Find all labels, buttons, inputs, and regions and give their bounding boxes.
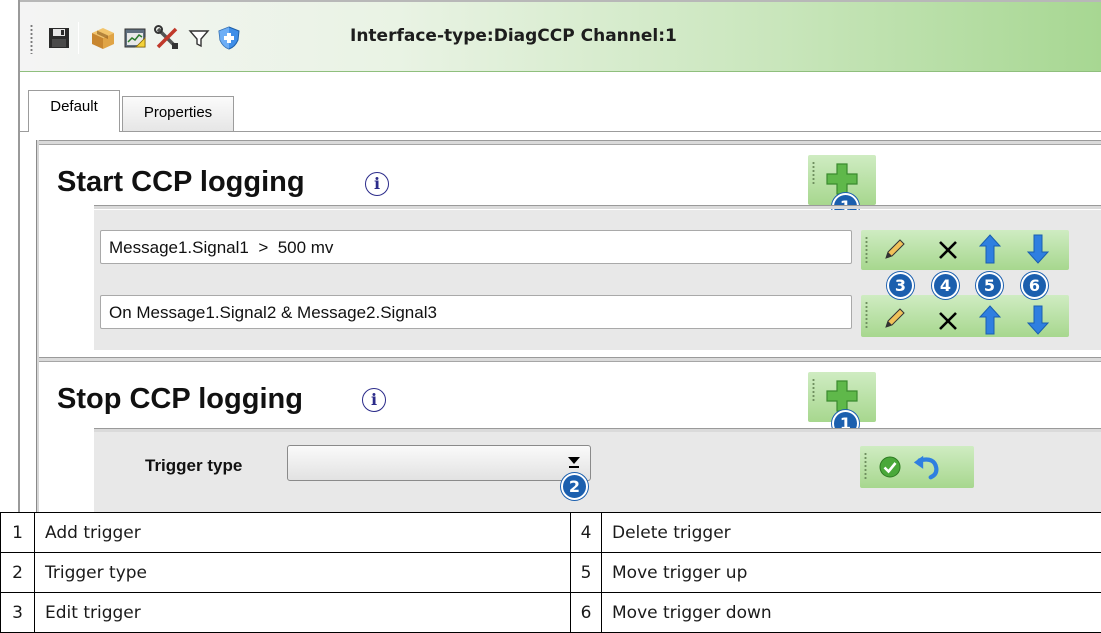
delete-trigger-badge: 4: [932, 272, 959, 299]
arrow-down-icon: [1027, 305, 1049, 335]
stop-info-icon[interactable]: i: [362, 388, 386, 412]
edit-trigger-button[interactable]: [880, 234, 908, 266]
pencil-icon: [885, 239, 905, 259]
tab-properties[interactable]: Properties: [122, 96, 234, 131]
package-icon[interactable]: [90, 25, 116, 51]
tab-strip-line: [20, 131, 1101, 132]
legend-number: 2: [0, 552, 35, 593]
legend-number: 5: [570, 552, 602, 593]
trigger-editor-top-line: [94, 428, 1101, 432]
move-down-badge: 6: [1021, 272, 1048, 299]
undo-icon: [913, 455, 939, 480]
arrow-up-icon: [979, 234, 1001, 264]
toolbar-grip[interactable]: [30, 24, 33, 54]
legend-number: 3: [0, 592, 35, 633]
move-trigger-up-button[interactable]: [976, 304, 1004, 336]
close-icon: [939, 241, 957, 259]
window-left-border: [18, 0, 20, 512]
chevron-down-icon: [568, 457, 580, 464]
section-divider: [39, 357, 1101, 362]
move-trigger-up-button[interactable]: [976, 233, 1004, 265]
table-row: 2 Trigger type 5 Move trigger up: [0, 552, 1101, 593]
toolbar-title: Interface-type:DiagCCP Channel:1: [350, 26, 677, 46]
edit-trigger-badge: 3: [887, 272, 914, 299]
stop-section-title: Stop CCP logging: [57, 383, 303, 415]
legend-number: 1: [0, 512, 35, 553]
trigger-type-dropdown[interactable]: [287, 445, 591, 481]
plus-icon: [826, 163, 858, 195]
dropdown-arrow-bar: [569, 466, 579, 468]
plus-icon: [826, 380, 858, 412]
legend-table: 1 Add trigger 4 Delete trigger 2 Trigger…: [0, 512, 1101, 633]
trigger-type-label: Trigger type: [145, 456, 243, 475]
tools-icon[interactable]: [154, 25, 180, 51]
legend-description: Edit trigger: [34, 592, 571, 633]
undo-button[interactable]: [912, 451, 940, 483]
trigger-expression-field[interactable]: Message1.Signal1 > 500 mv: [100, 230, 852, 264]
table-row: 1 Add trigger 4 Delete trigger: [0, 512, 1101, 553]
legend-description: Add trigger: [34, 512, 571, 553]
chart-window-icon[interactable]: [122, 25, 148, 51]
move-trigger-down-button[interactable]: [1024, 304, 1052, 336]
legend-description: Move trigger up: [601, 552, 1101, 593]
delete-trigger-button[interactable]: [934, 305, 962, 337]
save-icon[interactable]: [46, 25, 72, 51]
application-window: Interface-type:DiagCCP Channel:1 Default…: [0, 0, 1101, 512]
toolbar: Interface-type:DiagCCP Channel:1: [20, 2, 1101, 72]
filter-icon[interactable]: [186, 25, 212, 51]
shield-icon[interactable]: [216, 25, 242, 51]
arrow-up-icon: [979, 305, 1001, 335]
start-section-title: Start CCP logging: [57, 166, 305, 198]
legend-description: Delete trigger: [601, 512, 1101, 553]
section-divider: [39, 140, 1101, 145]
toolbar-separator: [78, 22, 79, 54]
move-trigger-down-button[interactable]: [1024, 233, 1052, 265]
legend-description: Move trigger down: [601, 592, 1101, 633]
pencil-icon: [885, 308, 905, 328]
move-up-badge: 5: [976, 272, 1003, 299]
trigger-expression-field[interactable]: On Message1.Signal2 & Message2.Signal3: [100, 295, 852, 329]
delete-trigger-button[interactable]: [934, 234, 962, 266]
panel-left-border: [36, 140, 39, 512]
trigger-type-badge: 2: [561, 473, 588, 500]
tab-default[interactable]: Default: [28, 90, 120, 132]
arrow-down-icon: [1027, 234, 1049, 264]
checkmark-icon: [879, 456, 901, 478]
table-row: 3 Edit trigger 6 Move trigger down: [0, 592, 1101, 633]
edit-trigger-button[interactable]: [880, 303, 908, 335]
start-info-icon[interactable]: i: [365, 172, 389, 196]
apply-button[interactable]: [876, 451, 904, 483]
close-icon: [939, 312, 957, 330]
trigger-list-top-line: [94, 205, 1101, 209]
legend-number: 6: [570, 592, 602, 633]
legend-description: Trigger type: [34, 552, 571, 593]
legend-number: 4: [570, 512, 602, 553]
confirm-actions-toolbar: [860, 446, 974, 488]
